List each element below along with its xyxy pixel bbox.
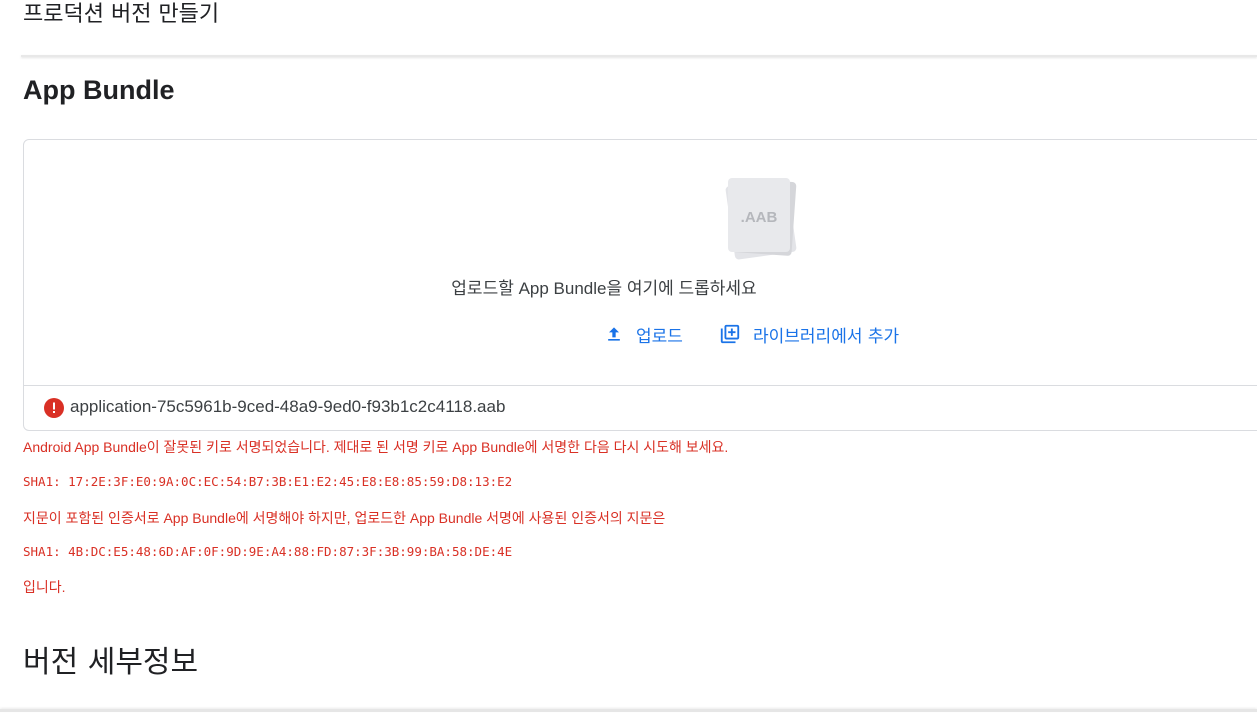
drop-zone[interactable]: .AAB 업로드할 App Bundle을 여기에 드롭하세요 업로드 라이브러… [24,140,1257,385]
uploaded-file-row: application-75c5961b-9ced-48a9-9ed0-f93b… [24,385,1257,431]
app-bundle-heading: App Bundle [23,75,175,105]
library-add-icon [719,323,741,345]
file-name: application-75c5961b-9ced-48a9-9ed0-f93b… [70,397,506,416]
app-bundle-card: .AAB 업로드할 App Bundle을 여기에 드롭하세요 업로드 라이브러… [23,139,1257,431]
error-icon [44,398,64,418]
error-message-line1: Android App Bundle이 잘못된 키로 서명되었습니다. 제대로 … [23,439,729,455]
aab-file-icon: .AAB [725,178,797,260]
upload-label: 업로드 [636,326,683,347]
version-details-heading: 버전 세부정보 [23,645,199,680]
error-sha-expected: SHA1: 17:2E:3F:E0:9A:0C:EC:54:B7:3B:E1:E… [23,474,513,489]
upload-icon [604,324,624,344]
page-title: 프로덕션 버전 만들기 [23,2,220,27]
header-divider [21,55,1257,57]
bottom-divider [0,709,1257,712]
library-label: 라이브러리에서 추가 [753,326,900,347]
add-from-library-button[interactable]: 라이브러리에서 추가 [719,320,899,348]
error-sha-actual: SHA1: 4B:DC:E5:48:6D:AF:0F:9D:9E:A4:88:F… [23,544,513,559]
error-message-line3: 입니다. [23,579,66,595]
drop-hint: 업로드할 App Bundle을 여기에 드롭하세요 [451,279,757,298]
upload-button[interactable]: 업로드 [604,320,683,348]
error-message-line2: 지문이 포함된 인증서로 App Bundle에 서명해야 하지만, 업로드한 … [23,510,666,526]
aab-label: .AAB [741,209,778,226]
